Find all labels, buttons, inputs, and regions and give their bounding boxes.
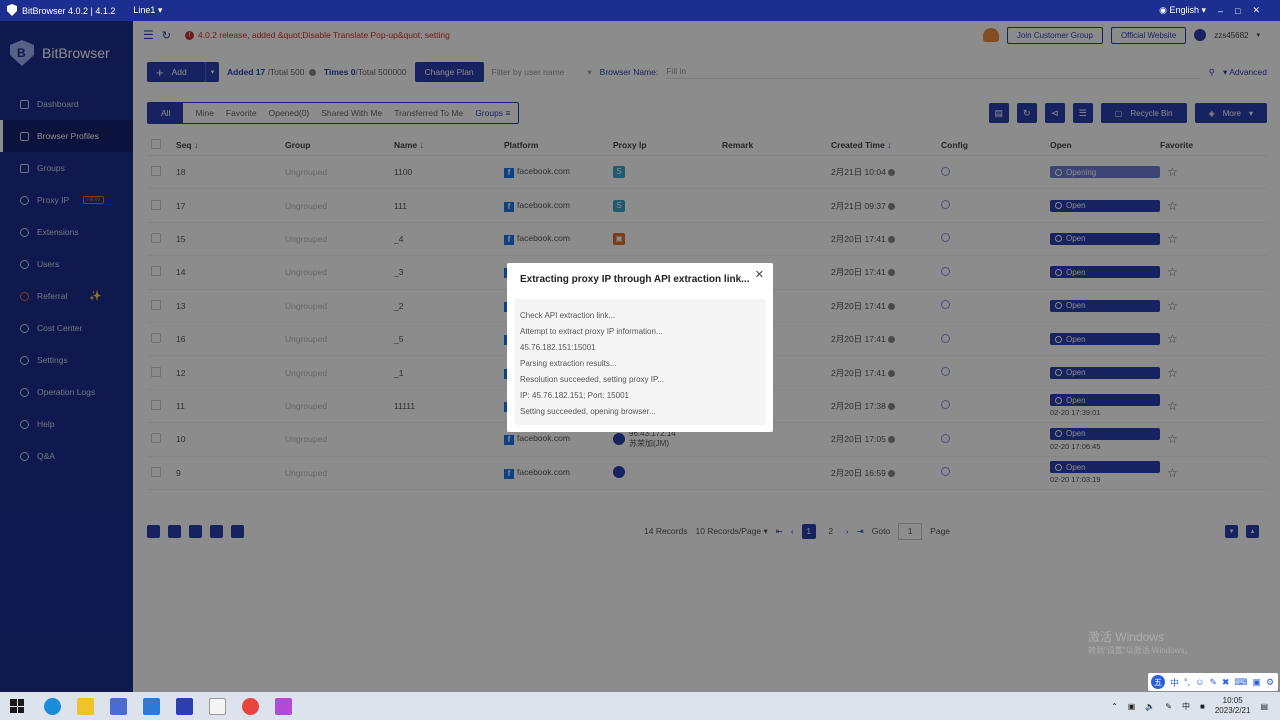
system-tray: ⌃ ▣ 🔈 ✎ 中 ■ 10:05 2023/2/21 ▤: [1111, 696, 1280, 716]
tray-chevron-icon[interactable]: ⌃: [1111, 702, 1118, 711]
file-explorer-icon[interactable]: [77, 697, 94, 715]
notepad-icon[interactable]: [209, 697, 226, 715]
skin-icon[interactable]: ▣: [1252, 677, 1261, 688]
close-icon[interactable]: ✕: [755, 268, 764, 281]
log-line: Resolution succeeded, setting proxy IP..…: [520, 375, 664, 384]
log-line: Parsing extraction results...: [520, 359, 617, 368]
log-line: Check API extraction link...: [520, 311, 616, 320]
edge-icon[interactable]: [44, 697, 61, 715]
keyboard-icon[interactable]: ⌨: [1234, 677, 1247, 688]
notification-icon[interactable]: ▤: [1260, 702, 1268, 711]
ime-mode: 中: [1170, 677, 1180, 688]
tools-icon[interactable]: ✖: [1222, 677, 1230, 688]
windows-taskbar: ⌃ ▣ 🔈 ✎ 中 ■ 10:05 2023/2/21 ▤: [0, 692, 1280, 720]
punctuation-icon[interactable]: °,: [1184, 677, 1190, 687]
ime-logo-icon: 五: [1151, 675, 1165, 689]
log-line: 45.76.182.151:15001: [520, 343, 596, 352]
log-line: Setting succeeded, opening browser...: [520, 407, 656, 416]
bitbrowser-logo-icon: [7, 4, 17, 16]
emoji-icon[interactable]: ☺: [1195, 677, 1204, 687]
line-selector[interactable]: Line1 ▾: [133, 5, 162, 16]
minimize-button[interactable]: –: [1218, 6, 1223, 16]
window-title: BitBrowser 4.0.2 | 4.1.2: [22, 5, 116, 16]
windows-activation-watermark: 激活 Windows 转到"设置"以激活 Windows。: [1088, 630, 1193, 655]
log-line: Attempt to extract proxy IP information.…: [520, 327, 663, 336]
settings-icon[interactable]: ⚙: [1266, 677, 1274, 688]
pen-tray-icon[interactable]: ✎: [1165, 702, 1172, 711]
globe-icon: ◉: [1159, 5, 1167, 15]
maximize-button[interactable]: □: [1235, 6, 1240, 16]
ime-tray-indicator[interactable]: 中: [1182, 701, 1190, 712]
proxy-extraction-dialog: Extracting proxy IP through API extracti…: [507, 263, 773, 432]
clock[interactable]: 10:05 2023/2/21: [1215, 696, 1251, 716]
chrome-icon[interactable]: [242, 697, 259, 715]
app-icon[interactable]: [275, 697, 292, 715]
ime-tray-icon[interactable]: ■: [1200, 702, 1205, 711]
mail-icon[interactable]: [143, 697, 160, 715]
network-icon[interactable]: ▣: [1128, 702, 1136, 711]
dialog-title: Extracting proxy IP through API extracti…: [520, 274, 750, 285]
extraction-log: Check API extraction link... Attempt to …: [515, 299, 766, 425]
language-selector[interactable]: ◉ English ▾: [1159, 5, 1206, 16]
windows-start-icon[interactable]: [10, 699, 24, 713]
bitbrowser-taskbar-icon[interactable]: [176, 697, 193, 715]
store-icon[interactable]: [110, 697, 127, 715]
ime-toolbar[interactable]: 五 中 °, ☺ ✎ ✖ ⌨ ▣ ⚙: [1148, 673, 1278, 691]
close-window-button[interactable]: ✕: [1252, 5, 1260, 16]
title-bar: BitBrowser 4.0.2 | 4.1.2 Line1 ▾ ◉ Engli…: [0, 0, 1280, 21]
pen-icon[interactable]: ✎: [1209, 677, 1217, 688]
volume-icon[interactable]: 🔈: [1145, 702, 1155, 711]
log-line: IP: 45.76.182.151; Port: 15001: [520, 391, 629, 400]
